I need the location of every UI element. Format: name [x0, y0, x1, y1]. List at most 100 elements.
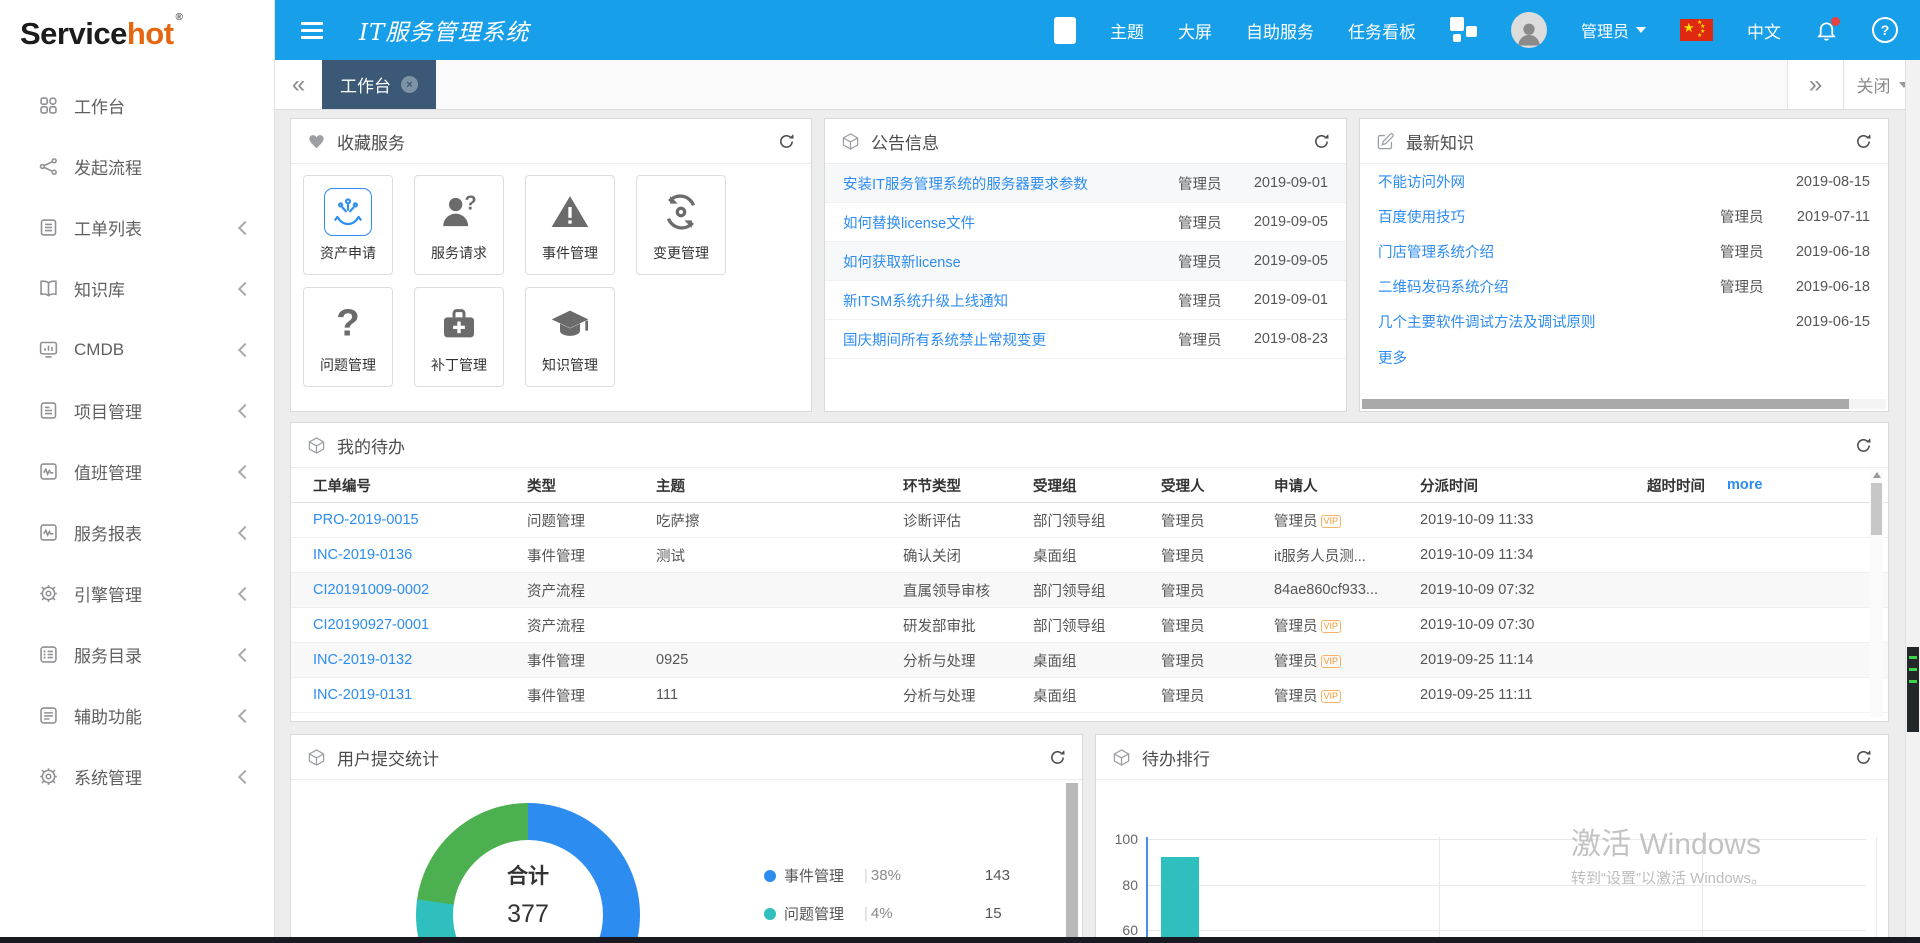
ticket-subject: 吃萨擦 — [656, 510, 903, 531]
sidebar-item-label: 辅助功能 — [74, 703, 142, 728]
vertical-scrollbar — [1870, 469, 1883, 717]
service-tile[interactable]: 变更管理 — [636, 175, 726, 275]
servicehot-logo[interactable]: Servicehot® — [0, 0, 274, 67]
tab-workbench[interactable]: 工作台 × — [322, 60, 436, 109]
sidebar-item[interactable]: 服务目录 — [0, 624, 274, 685]
navbar-menu-item[interactable]: 大屏 — [1178, 18, 1212, 43]
vertical-scrollbar-thumb[interactable] — [1871, 483, 1882, 535]
announcement-date: 2019-09-01 — [1240, 175, 1328, 191]
navbar-menu-item[interactable]: 任务看板 — [1348, 18, 1416, 43]
sidebar-item-icon — [38, 522, 59, 543]
sidebar-item-icon — [38, 278, 59, 299]
tabs-scroll-left-button[interactable]: « — [275, 60, 323, 109]
cube-icon — [307, 436, 326, 455]
knowledge-link[interactable]: 门店管理系统介绍 — [1378, 241, 1720, 262]
refresh-icon[interactable] — [1855, 749, 1872, 766]
y-tick-label: 60 — [1104, 922, 1138, 938]
sidebar-item[interactable]: 系统管理 — [0, 746, 274, 807]
legend-dot — [764, 870, 776, 882]
tab-close-icon[interactable]: × — [401, 76, 418, 93]
column-header: 工单编号 — [313, 475, 527, 496]
service-tile[interactable]: 补丁管理 — [414, 287, 504, 387]
close-tabs-label: 关闭 — [1857, 72, 1891, 97]
refresh-icon[interactable] — [1049, 749, 1066, 766]
chevron-collapsed-icon — [238, 220, 252, 234]
ticket-link[interactable]: INC-2019-0131 — [313, 687, 412, 703]
navbar-menu-item[interactable]: 主题 — [1110, 18, 1144, 43]
ticket-link[interactable]: CI20190927-0001 — [313, 617, 429, 633]
refresh-icon[interactable] — [1855, 133, 1872, 150]
panel-title: 公告信息 — [871, 129, 939, 154]
page-scrollbar — [1905, 60, 1920, 943]
sidebar-item-label: 值班管理 — [74, 459, 142, 484]
hamburger-menu-icon[interactable] — [301, 18, 323, 43]
ticket-link[interactable]: PRO-2019-0015 — [313, 512, 419, 528]
knowledge-link[interactable]: 不能访问外网 — [1378, 171, 1720, 192]
sidebar-item[interactable]: CMDB — [0, 319, 274, 380]
todo-more-link[interactable]: more — [1727, 477, 1770, 493]
language-switch[interactable]: 中文 — [1747, 18, 1781, 43]
vertical-scrollbar-thumb[interactable] — [1066, 783, 1078, 938]
service-tile[interactable]: 资产申请 — [303, 175, 393, 275]
sidebar-item[interactable]: 发起流程 — [0, 136, 274, 197]
china-flag-icon[interactable]: ★ ★ ★ ★ ★ — [1680, 19, 1713, 41]
panel-toggle-icon[interactable] — [1054, 17, 1076, 44]
ticket-group: 桌面组 — [1033, 650, 1161, 671]
avatar[interactable] — [1511, 12, 1547, 48]
sidebar-item-label: 发起流程 — [74, 154, 142, 179]
announcement-link[interactable]: 如何替换license文件 — [843, 212, 1178, 233]
knowledge-link[interactable]: 百度使用技巧 — [1378, 206, 1720, 227]
service-tile-icon — [546, 300, 594, 348]
legend-separator: | — [864, 905, 868, 922]
legend-item[interactable]: 事件管理 | 38% 143 — [764, 865, 1010, 886]
knowledge-link[interactable]: 几个主要软件调试方法及调试原则 — [1378, 311, 1720, 332]
service-tile[interactable]: 问题管理 — [303, 287, 393, 387]
service-tile-icon — [435, 188, 483, 236]
ticket-link[interactable]: CI20191009-0002 — [313, 582, 429, 598]
sidebar-item[interactable]: 项目管理 — [0, 380, 274, 441]
refresh-icon[interactable] — [1313, 133, 1330, 150]
apps-grid-icon[interactable] — [1450, 17, 1477, 44]
service-tile-label: 补丁管理 — [431, 355, 487, 375]
favorites-panel-header: 收藏服务 — [291, 119, 811, 164]
chevron-collapsed-icon — [238, 708, 252, 722]
tabs-scroll-right-button[interactable]: » — [1787, 60, 1844, 109]
service-tile[interactable]: 服务请求 — [414, 175, 504, 275]
ticket-link[interactable]: INC-2019-0136 — [313, 547, 412, 563]
ticket-step: 诊断评估 — [903, 510, 1033, 531]
knowledge-link[interactable]: 二维码发码系统介绍 — [1378, 276, 1720, 297]
ticket-link[interactable]: INC-2019-0132 — [313, 652, 412, 668]
sidebar-item-icon — [38, 156, 59, 177]
sidebar-item[interactable]: 辅助功能 — [0, 685, 274, 746]
user-dropdown[interactable]: 管理员 — [1581, 18, 1646, 42]
sidebar-item-icon — [38, 583, 59, 604]
help-icon[interactable]: ? — [1872, 17, 1898, 43]
notifications-bell-icon[interactable] — [1815, 19, 1838, 42]
service-tile[interactable]: 知识管理 — [525, 287, 615, 387]
stats-panel-header: 用户提交统计 — [291, 735, 1082, 780]
navbar-menu-item[interactable]: 自助服务 — [1246, 18, 1314, 43]
sidebar-item[interactable]: 引擎管理 — [0, 563, 274, 624]
chevron-collapsed-icon — [238, 403, 252, 417]
knowledge-row: 百度使用技巧 管理员 2019-07-11 — [1360, 199, 1888, 234]
announcement-link[interactable]: 如何获取新license — [843, 251, 1178, 272]
refresh-icon[interactable] — [778, 133, 795, 150]
announcement-link[interactable]: 新ITSM系统升级上线通知 — [843, 290, 1178, 311]
sidebar-item[interactable]: 服务报表 — [0, 502, 274, 563]
announcement-link[interactable]: 安装IT服务管理系统的服务器要求参数 — [843, 173, 1178, 194]
scroll-up-arrow-icon[interactable] — [1873, 472, 1881, 478]
cube-icon — [1112, 748, 1131, 767]
sidebar-item[interactable]: 工单列表 — [0, 197, 274, 258]
sidebar-item[interactable]: 值班管理 — [0, 441, 274, 502]
horizontal-scrollbar-thumb[interactable] — [1362, 399, 1849, 409]
favorites-panel: 收藏服务 资产申请 服务请求 事件管理 — [290, 118, 812, 412]
page-scrollbar-thumb[interactable] — [1907, 647, 1919, 732]
legend-item[interactable]: 问题管理 | 4% 15 — [764, 903, 1002, 924]
sidebar-item[interactable]: 知识库 — [0, 258, 274, 319]
sidebar-item[interactable]: 工作台 — [0, 75, 274, 136]
knowledge-more-link[interactable]: 更多 — [1360, 339, 1888, 376]
refresh-icon[interactable] — [1855, 437, 1872, 454]
service-tile[interactable]: 事件管理 — [525, 175, 615, 275]
sidebar-item-icon — [38, 400, 59, 421]
announcement-link[interactable]: 国庆期间所有系统禁止常规变更 — [843, 329, 1178, 350]
